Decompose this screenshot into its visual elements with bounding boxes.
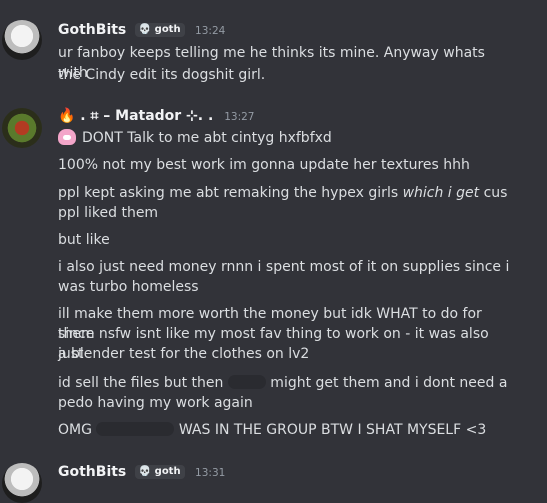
message-text: id sell the files but then might get the… — [58, 373, 517, 393]
message-header: GothBits 💀 goth 13:31 — [58, 464, 225, 480]
timestamp[interactable]: 13:24 — [195, 25, 225, 37]
message-text: i also just need money rnnn i spent most… — [58, 259, 510, 275]
message-text: DONT Talk to me abt cintyg hxfbfxd — [58, 128, 517, 148]
message-text-part: id sell the files but then — [58, 375, 228, 391]
avatar[interactable] — [2, 20, 42, 60]
author-name[interactable]: 🔥 . ⌗ – Matador ⊹. . — [58, 108, 218, 124]
message-text-content: DONT Talk to me abt cintyg hxfbfxd — [82, 130, 332, 146]
guild-tag[interactable]: 💀 goth — [134, 23, 185, 37]
message-text-part: cus — [479, 185, 508, 201]
guild-tag-label: goth — [154, 466, 181, 477]
message-text-part: ppl kept asking me abt remaking the hype… — [58, 185, 403, 201]
guild-tag-label: goth — [154, 24, 181, 35]
message-2: 🔥 . ⌗ – Matador ⊹. . 13:27 DONT Talk to … — [0, 100, 547, 460]
message-text: a blender test for the clothes on lv2 — [58, 346, 310, 362]
guild-tag[interactable]: 💀 goth — [134, 465, 185, 479]
message-header: GothBits 💀 goth 13:24 — [58, 22, 225, 38]
avatar[interactable] — [2, 108, 42, 148]
author-name[interactable]: GothBits — [58, 22, 126, 38]
censor-mark — [227, 375, 266, 389]
author-suffix: ⊹. . — [186, 108, 214, 124]
message-header: 🔥 . ⌗ – Matador ⊹. . 13:27 — [58, 108, 254, 124]
message-text-part: WAS IN THE GROUP BTW I SHAT MYSELF <3 — [174, 422, 487, 438]
my-melody-emoji-icon — [58, 129, 76, 145]
message-text: ppl liked them — [58, 205, 159, 221]
avatar[interactable] — [2, 463, 42, 503]
author-name[interactable]: GothBits — [58, 464, 126, 480]
message-text: pedo having my work again — [58, 395, 253, 411]
message-3: GothBits 💀 goth 13:31 — [0, 455, 547, 503]
message-text: the Cindy edit its dogshit girl. — [58, 67, 266, 83]
timestamp[interactable]: 13:31 — [195, 467, 225, 479]
message-text-part: might get them and i dont need a — [265, 375, 508, 391]
message-text-part: OMG — [58, 422, 97, 438]
author-prefix: 🔥 . ⌗ – — [58, 108, 116, 124]
message-text: 100% not my best work im gonna update he… — [58, 157, 470, 173]
message-text: was turbo homeless — [58, 279, 199, 295]
message-text: OMG WAS IN THE GROUP BTW I SHAT MYSELF <… — [58, 420, 517, 440]
author-main: Matador — [115, 108, 182, 124]
censor-mark — [96, 422, 175, 436]
timestamp[interactable]: 13:27 — [224, 111, 254, 123]
message-text: but like — [58, 232, 110, 248]
message-text-italic: which i get — [402, 185, 480, 201]
message-1: GothBits 💀 goth 13:24 ur fanboy keeps te… — [0, 0, 547, 100]
message-text: ppl kept asking me abt remaking the hype… — [58, 183, 517, 203]
